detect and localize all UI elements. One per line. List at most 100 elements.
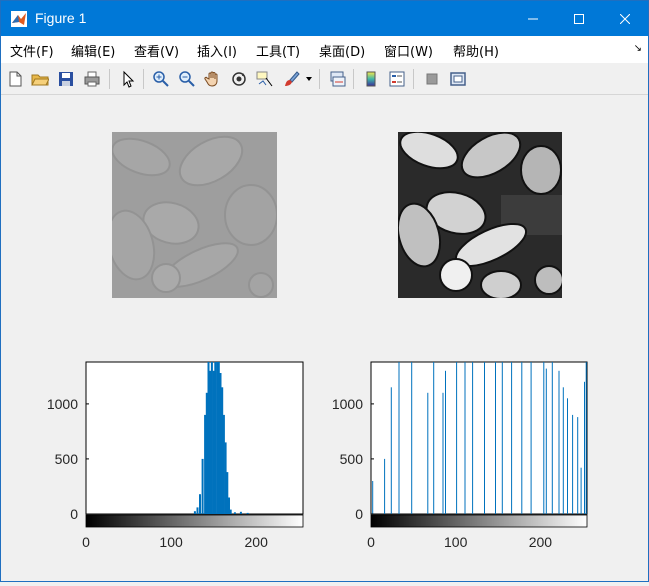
title-bar[interactable]: Figure 1 [1,1,648,36]
brush-dropdown-button[interactable] [303,68,315,90]
save-icon [59,72,73,86]
histogram-bar [384,458,386,514]
image-histogram-equalized[interactable] [391,123,563,299]
link-plot-icon [330,71,346,87]
close-icon [620,13,630,24]
colorbar-button[interactable] [360,68,382,90]
histogram-bar [193,511,196,514]
window-title: Figure 1 [35,10,87,26]
y-tick-label: 1000 [47,396,78,412]
pan-button[interactable] [202,68,224,90]
menu-expand-arrow-icon[interactable]: ↘ [634,43,642,54]
figure-svg: 0 100 200 0 500 1000 0 100 200 0 500 1000 [47,123,588,550]
histogram-bar [572,414,574,514]
new-figure-button[interactable] [4,68,26,90]
y-tick-label: 0 [355,506,363,522]
menu-desktop[interactable]: 桌面(D) [319,41,365,60]
rotate-3d-button[interactable] [228,68,250,90]
zoom-in-button[interactable] [150,68,172,90]
histogram-bar [577,417,579,514]
histogram-bar [372,481,374,514]
histogram-original[interactable]: 0 100 200 0 500 1000 [47,361,304,550]
histogram-equalized[interactable]: 0 100 200 0 500 1000 [332,361,588,550]
link-plot-button[interactable] [326,68,348,90]
histogram-bar [456,362,458,514]
open-file-button[interactable] [29,68,51,90]
histogram-bar [398,362,400,514]
histogram-bar [196,507,199,514]
histogram-bar [445,370,446,514]
menu-view[interactable]: 查看(V) [134,41,179,60]
data-cursor-icon [256,71,273,87]
histogram-bar [585,362,587,514]
histogram-bar [199,494,201,514]
figure-window: Figure 1 文件(F) 编辑(E) 查看(V) 插入(I) 工具(T) 桌… [0,0,649,582]
toolbar-separator [143,69,144,89]
brush-icon [285,71,300,86]
histogram-bar [210,362,213,514]
histogram-bar [427,392,429,514]
select-arrow-button[interactable] [117,68,139,90]
image-original-low-contrast[interactable] [101,127,277,298]
chevron-down-icon [306,77,312,81]
histogram-bar [551,362,553,514]
x-tick-label: 200 [529,534,553,550]
pan-hand-icon [204,71,218,87]
histogram-bar [530,362,532,514]
maximize-icon [574,13,584,24]
toolbar [1,63,648,95]
matlab-logo-icon [11,11,27,27]
histogram-bar [390,387,392,514]
menu-tools[interactable]: 工具(T) [256,41,300,60]
close-button[interactable] [602,1,648,36]
maximize-button[interactable] [556,1,602,36]
histogram-bar [545,368,547,514]
x-tick-label: 200 [245,534,269,550]
x-tick-label: 100 [444,534,468,550]
menu-insert[interactable]: 插入(I) [197,41,237,60]
legend-icon [389,71,405,87]
histogram-bar [472,362,474,514]
hide-plot-tools-icon [426,73,438,85]
histogram-bar [511,362,513,514]
rotate-3d-icon [232,72,246,86]
grayscale-colorbar [370,514,588,528]
histogram-bar [567,398,568,514]
menu-help[interactable]: 帮助(H) [453,41,499,60]
menu-window[interactable]: 窗口(W) [384,41,433,60]
menu-file[interactable]: 文件(F) [10,41,54,60]
histogram-bar [246,512,249,514]
hide-plot-tools-button[interactable] [421,68,443,90]
histogram-bar [580,467,582,514]
histogram-bar [484,362,485,514]
show-plot-tools-button[interactable] [447,68,469,90]
y-tick-label: 0 [70,506,78,522]
histogram-bar [584,381,585,514]
histogram-bar [229,509,232,514]
legend-button[interactable] [386,68,408,90]
grayscale-colorbar [85,514,304,528]
toolbar-separator [353,69,354,89]
zoom-out-icon [179,71,195,87]
open-file-icon [31,74,49,86]
axes-background [370,361,588,515]
x-tick-label: 100 [159,534,183,550]
x-tick-label: 0 [82,534,90,550]
print-button[interactable] [81,68,103,90]
zoom-in-icon [153,71,169,87]
minimize-icon [528,18,538,19]
histogram-bar [501,362,503,514]
select-arrow-icon [123,70,135,88]
data-cursor-button[interactable] [254,68,276,90]
brush-button[interactable] [280,68,302,90]
x-tick-label: 0 [367,534,375,550]
minimize-button[interactable] [510,1,556,36]
print-icon [84,71,100,87]
histogram-bar [464,362,466,514]
zoom-out-button[interactable] [176,68,198,90]
save-button[interactable] [55,68,77,90]
menu-edit[interactable]: 编辑(E) [71,41,115,60]
colorbar-icon [366,71,376,87]
menu-bar: 文件(F) 编辑(E) 查看(V) 插入(I) 工具(T) 桌面(D) 窗口(W… [1,36,648,63]
histogram-bar [495,362,496,514]
